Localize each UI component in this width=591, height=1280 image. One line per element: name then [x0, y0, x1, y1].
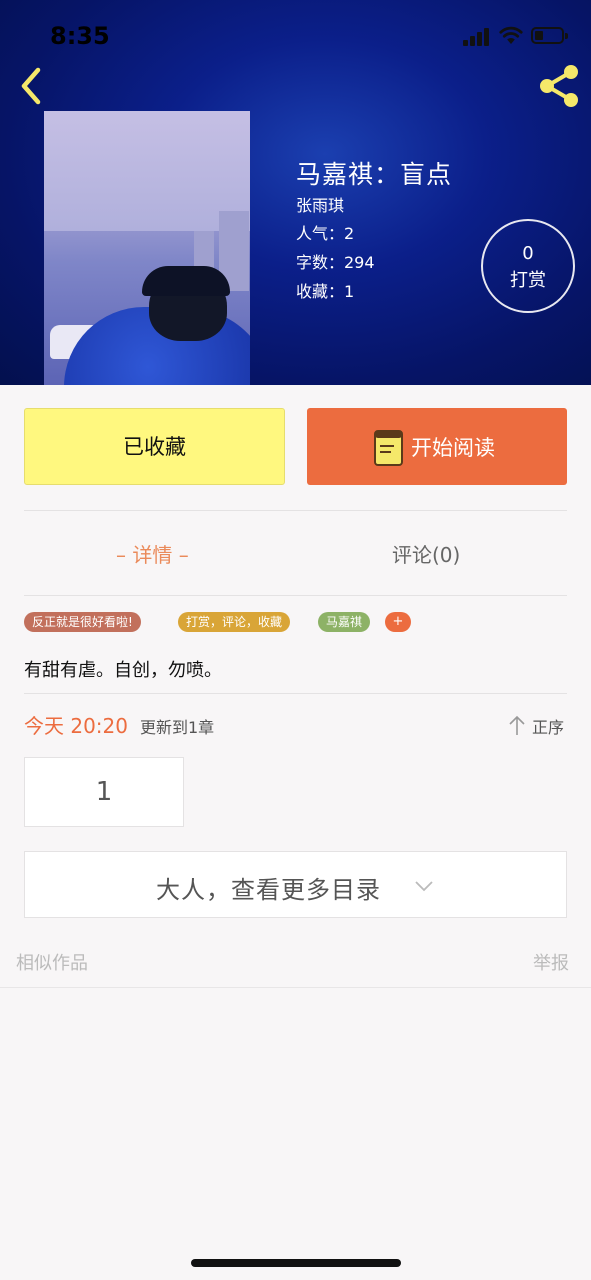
- synopsis: 有甜有虐。自创，勿喷。: [24, 660, 222, 681]
- divider: [24, 693, 567, 694]
- divider: [0, 987, 591, 988]
- tag[interactable]: 打赏，评论，收藏: [178, 612, 291, 632]
- book-author: 张雨琪: [296, 196, 345, 215]
- back-chevron-icon[interactable]: [14, 64, 54, 108]
- tip-label: 打赏: [510, 270, 546, 291]
- book-popularity: 人气：2: [296, 224, 355, 243]
- report-link[interactable]: 举报: [533, 949, 569, 975]
- tab-detail[interactable]: – 详情 –: [116, 539, 189, 568]
- book-icon: [374, 430, 403, 466]
- view-more-catalog-button[interactable]: 大人，查看更多目录: [24, 851, 567, 918]
- tip-button[interactable]: 0 打赏: [481, 219, 575, 313]
- book-word-count: 字数：294: [296, 253, 375, 272]
- collected-button[interactable]: 已收藏: [24, 408, 285, 485]
- arrow-up-icon: [509, 715, 525, 735]
- divider: [24, 510, 567, 511]
- similar-works-heading: 相似作品: [16, 953, 88, 974]
- book-header: 8:35 马嘉祺：盲点 张雨琪 人气：2 字数：294 收藏：1 0 打赏: [0, 0, 591, 385]
- update-text: 更新到1章: [140, 718, 215, 737]
- battery-icon: [531, 27, 568, 44]
- view-more-catalog-label: 大人，查看更多目录: [156, 876, 381, 904]
- tip-count: 0: [522, 243, 534, 264]
- share-icon[interactable]: [535, 62, 583, 110]
- home-indicator[interactable]: [191, 1259, 401, 1267]
- divider: [24, 595, 567, 596]
- sort-label: 正序: [532, 718, 565, 737]
- chevron-down-icon: [415, 881, 433, 892]
- book-title: 马嘉祺：盲点: [296, 160, 453, 189]
- cellular-signal-icon: [463, 28, 491, 46]
- status-bar: 8:35: [0, 0, 591, 66]
- start-reading-label: 开始阅读: [411, 436, 495, 460]
- book-cover-image: [44, 111, 250, 385]
- tag[interactable]: 马嘉祺: [318, 612, 371, 632]
- status-time: 8:35: [50, 22, 110, 50]
- tab-comments[interactable]: 评论(0): [392, 539, 460, 568]
- update-time: 今天 20:20: [24, 714, 128, 738]
- start-reading-button[interactable]: 开始阅读: [307, 408, 567, 485]
- chapter-item[interactable]: 1: [24, 757, 184, 827]
- tag[interactable]: 反正就是很好看啦!: [24, 612, 141, 632]
- add-tag-button[interactable]: +: [385, 612, 411, 632]
- book-favorites: 收藏：1: [296, 282, 355, 301]
- wifi-icon: [499, 26, 523, 44]
